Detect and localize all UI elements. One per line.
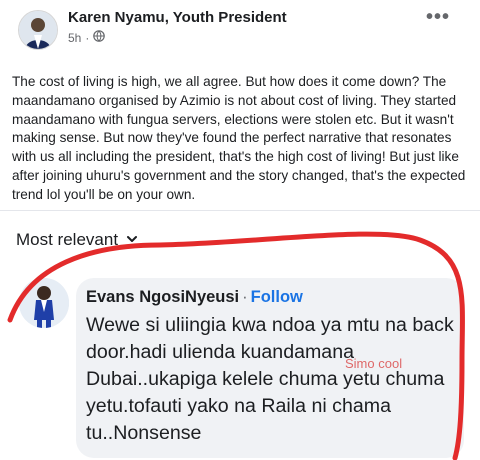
author-avatar[interactable] <box>18 10 58 50</box>
follow-button[interactable]: Follow <box>251 288 303 306</box>
chevron-down-icon <box>126 230 138 250</box>
post-body: The cost of living is high, we all agree… <box>12 73 474 205</box>
post-timestamp[interactable]: 5h <box>68 31 81 45</box>
comment-sort-dropdown[interactable]: Most relevant <box>16 230 138 250</box>
divider <box>0 210 480 211</box>
globe-icon <box>93 30 106 45</box>
commenter-name[interactable]: Evans NgosiNyeusi <box>86 288 239 306</box>
comment-header: Evans NgosiNyeusi · Follow <box>86 288 303 307</box>
meta-separator: · <box>85 30 90 45</box>
post-meta: 5h · <box>68 30 106 45</box>
more-dots-icon[interactable]: ••• <box>426 6 450 29</box>
post-text: The cost of living is high, we all agree… <box>12 74 466 202</box>
sort-label: Most relevant <box>16 230 119 249</box>
commenter-avatar[interactable] <box>19 278 69 328</box>
comment-separator: · <box>242 288 248 306</box>
comment-text: Wewe si uliingia kwa ndoa ya mtu na back… <box>86 314 454 444</box>
watermark-text: Simo cool <box>345 356 403 371</box>
post-header: Karen Nyamu, Youth President 5h · ••• <box>0 0 480 60</box>
post-author-name[interactable]: Karen Nyamu, Youth President <box>68 9 287 26</box>
